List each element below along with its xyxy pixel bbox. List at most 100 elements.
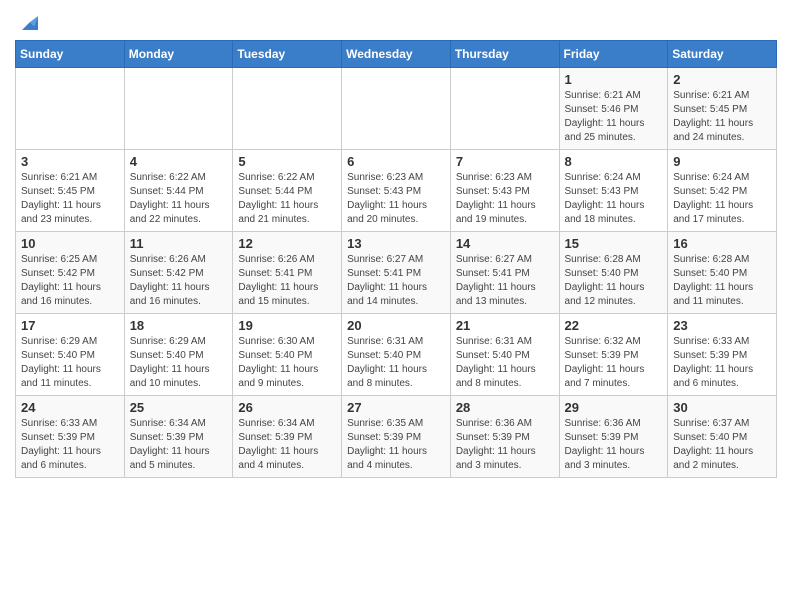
- day-number: 2: [673, 72, 771, 87]
- calendar-cell: [124, 68, 233, 150]
- calendar-cell: 30 Sunrise: 6:37 AM Sunset: 5:40 PM Dayli…: [668, 396, 777, 478]
- logo-icon: [16, 12, 38, 34]
- calendar-week-row: 24 Sunrise: 6:33 AM Sunset: 5:39 PM Dayli…: [16, 396, 777, 478]
- cell-info: Sunrise: 6:28 AM Sunset: 5:40 PM Dayligh…: [673, 253, 771, 309]
- day-number: 19: [238, 318, 336, 333]
- day-number: 20: [347, 318, 445, 333]
- calendar-cell: 5 Sunrise: 6:22 AM Sunset: 5:44 PM Daylig…: [233, 150, 342, 232]
- calendar-cell: 8 Sunrise: 6:24 AM Sunset: 5:43 PM Daylig…: [559, 150, 668, 232]
- cell-info: Sunrise: 6:37 AM Sunset: 5:40 PM Dayligh…: [673, 417, 771, 473]
- cell-info: Sunrise: 6:22 AM Sunset: 5:44 PM Dayligh…: [238, 171, 336, 227]
- day-number: 24: [21, 400, 119, 415]
- calendar-day-header: Wednesday: [342, 41, 451, 68]
- calendar-body: 1 Sunrise: 6:21 AM Sunset: 5:46 PM Daylig…: [16, 68, 777, 478]
- cell-info: Sunrise: 6:27 AM Sunset: 5:41 PM Dayligh…: [347, 253, 445, 309]
- cell-info: Sunrise: 6:25 AM Sunset: 5:42 PM Dayligh…: [21, 253, 119, 309]
- cell-info: Sunrise: 6:29 AM Sunset: 5:40 PM Dayligh…: [21, 335, 119, 391]
- day-number: 7: [456, 154, 554, 169]
- cell-info: Sunrise: 6:26 AM Sunset: 5:41 PM Dayligh…: [238, 253, 336, 309]
- calendar-week-row: 1 Sunrise: 6:21 AM Sunset: 5:46 PM Daylig…: [16, 68, 777, 150]
- day-number: 17: [21, 318, 119, 333]
- calendar-day-header: Thursday: [450, 41, 559, 68]
- page-header: [15, 10, 777, 34]
- day-number: 25: [130, 400, 228, 415]
- calendar-table: SundayMondayTuesdayWednesdayThursdayFrid…: [15, 40, 777, 478]
- calendar-cell: 19 Sunrise: 6:30 AM Sunset: 5:40 PM Dayli…: [233, 314, 342, 396]
- cell-info: Sunrise: 6:36 AM Sunset: 5:39 PM Dayligh…: [456, 417, 554, 473]
- calendar-cell: 6Sunrise: 6:23 AM Sunset: 5:43 PM Daylig…: [342, 150, 451, 232]
- day-number: 12: [238, 236, 336, 251]
- day-number: 5: [238, 154, 336, 169]
- day-number: 30: [673, 400, 771, 415]
- calendar-cell: 20 Sunrise: 6:31 AM Sunset: 5:40 PM Dayli…: [342, 314, 451, 396]
- cell-info: Sunrise: 6:33 AM Sunset: 5:39 PM Dayligh…: [673, 335, 771, 391]
- calendar-cell: 3 Sunrise: 6:21 AM Sunset: 5:45 PM Daylig…: [16, 150, 125, 232]
- calendar-cell: 16 Sunrise: 6:28 AM Sunset: 5:40 PM Dayli…: [668, 232, 777, 314]
- cell-info: Sunrise: 6:26 AM Sunset: 5:42 PM Dayligh…: [130, 253, 228, 309]
- calendar-day-header: Friday: [559, 41, 668, 68]
- calendar-cell: [16, 68, 125, 150]
- cell-info: Sunrise: 6:21 AM Sunset: 5:45 PM Dayligh…: [21, 171, 119, 227]
- cell-info: Sunrise: 6:29 AM Sunset: 5:40 PM Dayligh…: [130, 335, 228, 391]
- cell-info: Sunrise: 6:34 AM Sunset: 5:39 PM Dayligh…: [238, 417, 336, 473]
- cell-info: Sunrise: 6:27 AM Sunset: 5:41 PM Dayligh…: [456, 253, 554, 309]
- calendar-cell: 9 Sunrise: 6:24 AM Sunset: 5:42 PM Daylig…: [668, 150, 777, 232]
- cell-info: Sunrise: 6:21 AM Sunset: 5:46 PM Dayligh…: [565, 89, 663, 145]
- calendar-cell: [233, 68, 342, 150]
- calendar-cell: 11Sunrise: 6:26 AM Sunset: 5:42 PM Dayli…: [124, 232, 233, 314]
- cell-info: Sunrise: 6:36 AM Sunset: 5:39 PM Dayligh…: [565, 417, 663, 473]
- cell-info: Sunrise: 6:24 AM Sunset: 5:42 PM Dayligh…: [673, 171, 771, 227]
- cell-info: Sunrise: 6:22 AM Sunset: 5:44 PM Dayligh…: [130, 171, 228, 227]
- calendar-cell: 14 Sunrise: 6:27 AM Sunset: 5:41 PM Dayli…: [450, 232, 559, 314]
- calendar-cell: 23Sunrise: 6:33 AM Sunset: 5:39 PM Dayli…: [668, 314, 777, 396]
- day-number: 15: [565, 236, 663, 251]
- cell-info: Sunrise: 6:33 AM Sunset: 5:39 PM Dayligh…: [21, 417, 119, 473]
- calendar-cell: 25 Sunrise: 6:34 AM Sunset: 5:39 PM Dayli…: [124, 396, 233, 478]
- calendar-day-header: Tuesday: [233, 41, 342, 68]
- day-number: 9: [673, 154, 771, 169]
- calendar-header-row: SundayMondayTuesdayWednesdayThursdayFrid…: [16, 41, 777, 68]
- cell-info: Sunrise: 6:32 AM Sunset: 5:39 PM Dayligh…: [565, 335, 663, 391]
- calendar-cell: 26 Sunrise: 6:34 AM Sunset: 5:39 PM Dayli…: [233, 396, 342, 478]
- cell-info: Sunrise: 6:24 AM Sunset: 5:43 PM Dayligh…: [565, 171, 663, 227]
- calendar-week-row: 10 Sunrise: 6:25 AM Sunset: 5:42 PM Dayli…: [16, 232, 777, 314]
- calendar-cell: 28 Sunrise: 6:36 AM Sunset: 5:39 PM Dayli…: [450, 396, 559, 478]
- day-number: 8: [565, 154, 663, 169]
- cell-info: Sunrise: 6:31 AM Sunset: 5:40 PM Dayligh…: [347, 335, 445, 391]
- day-number: 13: [347, 236, 445, 251]
- day-number: 29: [565, 400, 663, 415]
- calendar-cell: 22 Sunrise: 6:32 AM Sunset: 5:39 PM Dayli…: [559, 314, 668, 396]
- day-number: 22: [565, 318, 663, 333]
- calendar-week-row: 3 Sunrise: 6:21 AM Sunset: 5:45 PM Daylig…: [16, 150, 777, 232]
- calendar-cell: 4Sunrise: 6:22 AM Sunset: 5:44 PM Daylig…: [124, 150, 233, 232]
- calendar-cell: 18 Sunrise: 6:29 AM Sunset: 5:40 PM Dayli…: [124, 314, 233, 396]
- cell-info: Sunrise: 6:31 AM Sunset: 5:40 PM Dayligh…: [456, 335, 554, 391]
- day-number: 1: [565, 72, 663, 87]
- day-number: 16: [673, 236, 771, 251]
- cell-info: Sunrise: 6:34 AM Sunset: 5:39 PM Dayligh…: [130, 417, 228, 473]
- calendar-header: SundayMondayTuesdayWednesdayThursdayFrid…: [16, 41, 777, 68]
- cell-info: Sunrise: 6:30 AM Sunset: 5:40 PM Dayligh…: [238, 335, 336, 391]
- day-number: 27: [347, 400, 445, 415]
- cell-info: Sunrise: 6:28 AM Sunset: 5:40 PM Dayligh…: [565, 253, 663, 309]
- day-number: 14: [456, 236, 554, 251]
- calendar-cell: 13 Sunrise: 6:27 AM Sunset: 5:41 PM Dayli…: [342, 232, 451, 314]
- calendar-cell: 17 Sunrise: 6:29 AM Sunset: 5:40 PM Dayli…: [16, 314, 125, 396]
- calendar-cell: [342, 68, 451, 150]
- calendar-cell: 21Sunrise: 6:31 AM Sunset: 5:40 PM Dayli…: [450, 314, 559, 396]
- calendar-cell: 27Sunrise: 6:35 AM Sunset: 5:39 PM Dayli…: [342, 396, 451, 478]
- calendar-cell: 7Sunrise: 6:23 AM Sunset: 5:43 PM Daylig…: [450, 150, 559, 232]
- calendar-cell: 15 Sunrise: 6:28 AM Sunset: 5:40 PM Dayli…: [559, 232, 668, 314]
- day-number: 3: [21, 154, 119, 169]
- calendar-day-header: Sunday: [16, 41, 125, 68]
- day-number: 18: [130, 318, 228, 333]
- day-number: 10: [21, 236, 119, 251]
- calendar-day-header: Monday: [124, 41, 233, 68]
- calendar-cell: 10 Sunrise: 6:25 AM Sunset: 5:42 PM Dayli…: [16, 232, 125, 314]
- day-number: 28: [456, 400, 554, 415]
- calendar-cell: 2Sunrise: 6:21 AM Sunset: 5:45 PM Daylig…: [668, 68, 777, 150]
- calendar-cell: 24 Sunrise: 6:33 AM Sunset: 5:39 PM Dayli…: [16, 396, 125, 478]
- day-number: 26: [238, 400, 336, 415]
- calendar-cell: 12 Sunrise: 6:26 AM Sunset: 5:41 PM Dayli…: [233, 232, 342, 314]
- cell-info: Sunrise: 6:23 AM Sunset: 5:43 PM Dayligh…: [347, 171, 445, 227]
